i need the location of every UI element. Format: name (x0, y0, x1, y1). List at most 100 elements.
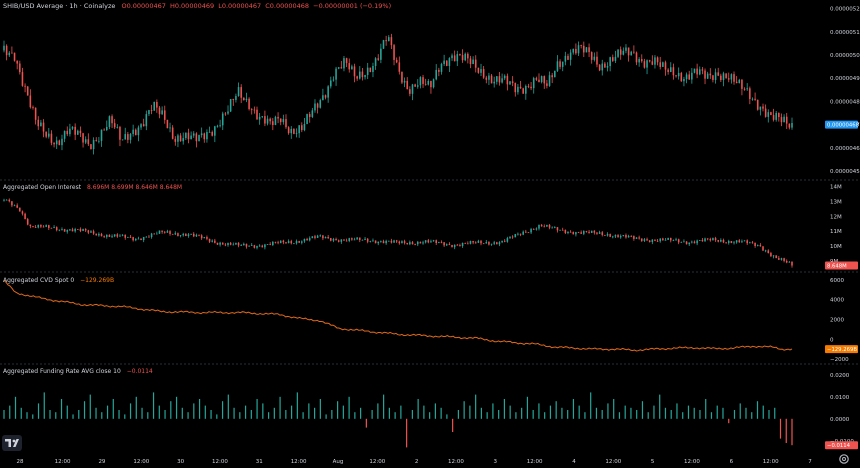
g-price-body-295[interactable] (780, 117, 783, 123)
funding-bar-59[interactable] (342, 405, 344, 419)
g-oi-body-142[interactable] (377, 241, 380, 244)
g-price-body-206[interactable] (546, 83, 548, 86)
g-oi-body-146[interactable] (387, 240, 390, 242)
x-tick-9[interactable]: 12:00 (369, 459, 385, 465)
funding-bar-118[interactable] (682, 412, 684, 419)
g-oi-body-227[interactable] (601, 232, 604, 235)
funding-bar-22[interactable] (129, 403, 132, 419)
g-price-body-13[interactable] (37, 119, 40, 127)
g-price-body-148[interactable] (393, 45, 395, 60)
g-price-body-39[interactable] (105, 126, 108, 131)
g-price-body-198[interactable] (525, 85, 527, 94)
funding-bar-76[interactable] (440, 407, 442, 419)
g-price-body-34[interactable] (92, 140, 95, 150)
g-price-body-2[interactable] (8, 52, 11, 56)
g-price-body-147[interactable] (390, 37, 393, 46)
funding-bar-128[interactable] (739, 403, 741, 419)
g-oi-body-243[interactable] (643, 239, 646, 241)
g-oi-body-214[interactable] (567, 231, 569, 234)
g-price-body-15[interactable] (42, 122, 45, 132)
ax-cvd-tick-0[interactable]: 6000 (830, 278, 844, 284)
funding-bar-65[interactable] (377, 403, 379, 419)
g-price-body-199[interactable] (527, 85, 530, 87)
g-oi-body-196[interactable] (519, 233, 522, 235)
g-price-body-5[interactable] (16, 60, 18, 64)
g-price-body-102[interactable] (272, 121, 274, 126)
g-oi-body-106[interactable] (282, 240, 285, 243)
g-oi-body-246[interactable] (651, 239, 654, 243)
x-tick-0[interactable]: 28 (17, 459, 24, 465)
g-price-body-26[interactable] (71, 126, 74, 129)
funding-bar-23[interactable] (135, 396, 137, 419)
g-oi-body-211[interactable] (559, 229, 561, 231)
g-price-body-200[interactable] (530, 86, 532, 89)
g-oi-body-107[interactable] (285, 242, 287, 244)
g-oi-body-157[interactable] (416, 241, 419, 245)
g-oi-body-202[interactable] (535, 228, 538, 230)
g-oi-body-148[interactable] (393, 240, 395, 243)
g-oi-body-216[interactable] (572, 232, 575, 235)
funding-bar-55[interactable] (319, 399, 321, 419)
x-tick-10[interactable]: 2 (415, 459, 419, 465)
g-oi-body-88[interactable] (235, 242, 237, 245)
g-oi-body-150[interactable] (398, 241, 401, 244)
g-oi-body-8[interactable] (24, 213, 26, 220)
g-oi-body-163[interactable] (432, 240, 435, 242)
g-price-body-207[interactable] (548, 75, 551, 86)
g-oi-body-2[interactable] (8, 199, 11, 202)
g-oi-body-37[interactable] (100, 233, 103, 237)
g-oi-body-133[interactable] (353, 239, 356, 241)
g-price-body-271[interactable] (717, 72, 719, 76)
g-price-body-291[interactable] (770, 112, 772, 116)
g-price-body-223[interactable] (590, 52, 593, 60)
g-oi-body-129[interactable] (343, 239, 345, 241)
g-oi-body-199[interactable] (527, 232, 530, 233)
g-oi-body-116[interactable] (308, 238, 311, 241)
g-price-body-289[interactable] (764, 108, 767, 117)
g-price-body-93[interactable] (248, 98, 250, 110)
g-oi-body-54[interactable] (145, 236, 148, 238)
funding-bar-125[interactable] (722, 407, 724, 419)
g-price-body-12[interactable] (34, 107, 37, 120)
ax-fund-tick-1[interactable]: 0.0100 (830, 395, 850, 401)
g-price-body-83[interactable] (221, 113, 224, 126)
g-price-body-257[interactable] (680, 72, 683, 82)
g-price-body-37[interactable] (100, 129, 103, 141)
g-price-body-136[interactable] (361, 71, 364, 78)
funding-bar-11[interactable] (66, 405, 68, 419)
g-price-body-174[interactable] (461, 55, 464, 61)
g-price-body-264[interactable] (698, 69, 701, 75)
time-x-axis[interactable]: 28 12:00 29 12:00 30 12:00 31 12:00 Aug 12:00 2 12:… (17, 459, 813, 465)
g-oi-body-174[interactable] (461, 242, 464, 247)
funding-bar-90[interactable] (521, 407, 523, 419)
funding-bar-77[interactable] (446, 414, 448, 419)
g-oi-body-110[interactable] (293, 243, 295, 245)
g-oi-body-145[interactable] (385, 240, 387, 244)
g-price-body-135[interactable] (358, 71, 361, 79)
funding-legend[interactable]: Aggregated Funding Rate AVG close 10 −0.… (3, 368, 153, 375)
funding-bar-110[interactable] (636, 410, 638, 419)
g-oi-body-5[interactable] (16, 205, 18, 208)
g-oi-body-168[interactable] (445, 244, 448, 246)
g-oi-body-213[interactable] (564, 229, 567, 234)
g-oi-body-287[interactable] (759, 245, 762, 247)
g-oi-body-141[interactable] (374, 240, 377, 244)
g-price-body-290[interactable] (767, 112, 770, 117)
g-oi-body-241[interactable] (638, 237, 640, 239)
g-oi-body-267[interactable] (706, 238, 709, 240)
g-price-body-128[interactable] (340, 67, 343, 69)
g-price-body-76[interactable] (203, 133, 206, 140)
x-tick-15[interactable]: 12:00 (605, 459, 621, 465)
g-price-body-255[interactable] (675, 75, 677, 77)
g-oi-body-139[interactable] (369, 241, 372, 242)
g-price-body-91[interactable] (243, 97, 245, 101)
g-price-body-84[interactable] (224, 113, 227, 115)
g-price-body-49[interactable] (132, 129, 134, 134)
funding-bar-0[interactable] (3, 410, 5, 419)
g-price-body-138[interactable] (366, 67, 369, 75)
g-price-body-74[interactable] (198, 135, 200, 142)
g-oi-body-0[interactable] (3, 199, 5, 201)
g-price-body-29[interactable] (79, 130, 82, 134)
funding-bar-63[interactable] (365, 418, 367, 428)
g-oi-body-136[interactable] (361, 239, 364, 241)
